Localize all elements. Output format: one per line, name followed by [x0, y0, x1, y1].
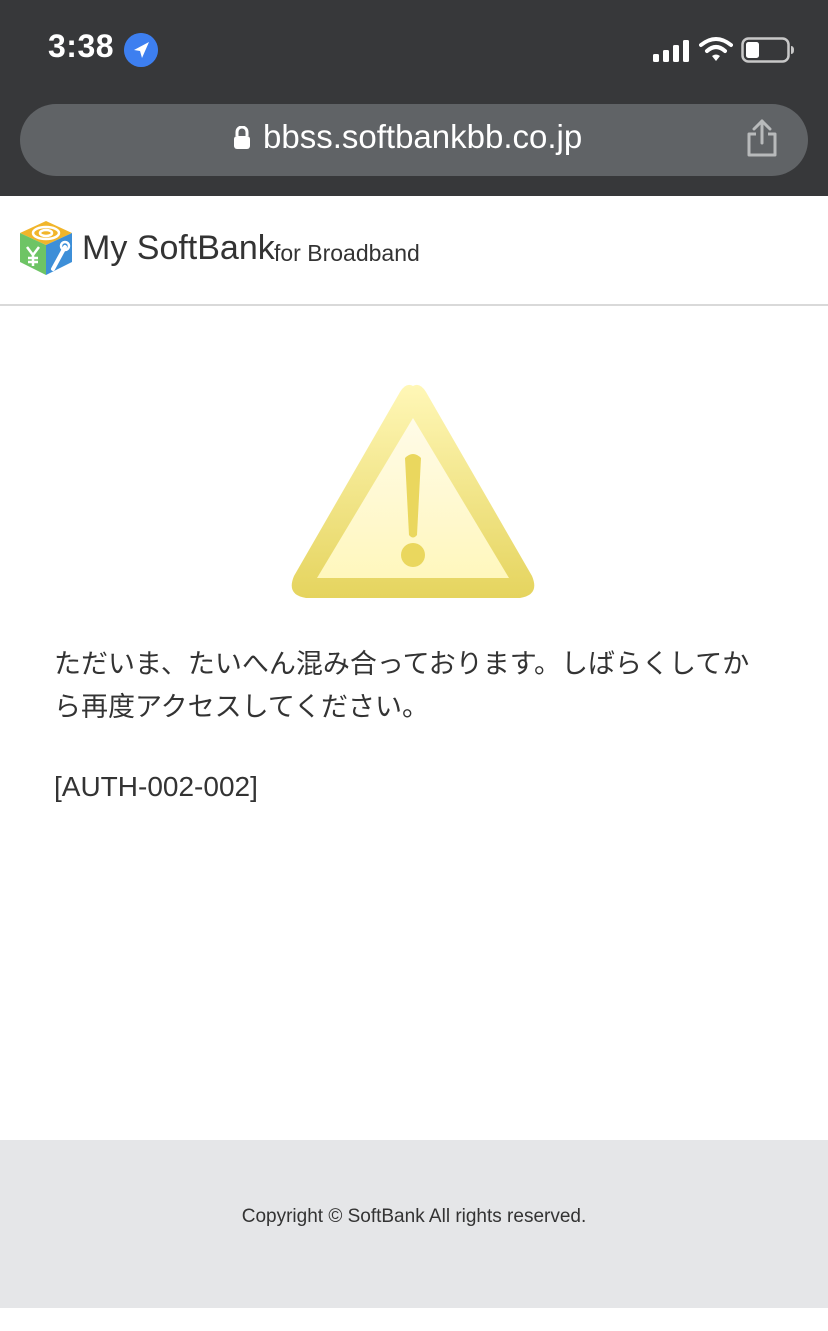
softbank-cube-logo-icon[interactable]	[18, 219, 74, 277]
warning-icon	[291, 384, 535, 598]
copyright-text: Copyright © SoftBank All rights reserved…	[241, 1206, 587, 1227]
error-message: ただいま、たいへん混み合っております。しばらくしてから再度アクセスしてください。	[54, 649, 750, 722]
browser-chrome: 3:38 bbss.softbankbb.co.jp	[0, 0, 828, 196]
lock-icon	[234, 126, 250, 149]
wifi-icon	[699, 37, 733, 61]
status-time: 3:38	[48, 28, 115, 64]
site-header: My SoftBank for Broadband	[0, 196, 828, 306]
share-icon[interactable]	[744, 118, 780, 158]
location-arrow-icon	[124, 33, 158, 67]
error-code: [AUTH-002-002]	[54, 771, 258, 802]
logo-subtext: for Broadband	[274, 240, 420, 266]
url-text[interactable]: bbss.softbankbb.co.jp	[263, 118, 582, 156]
footer: Copyright © SoftBank All rights reserved…	[0, 1140, 828, 1308]
battery-icon	[741, 37, 794, 63]
logo-text[interactable]: My SoftBank	[82, 229, 275, 268]
cellular-signal-icon	[653, 40, 689, 62]
